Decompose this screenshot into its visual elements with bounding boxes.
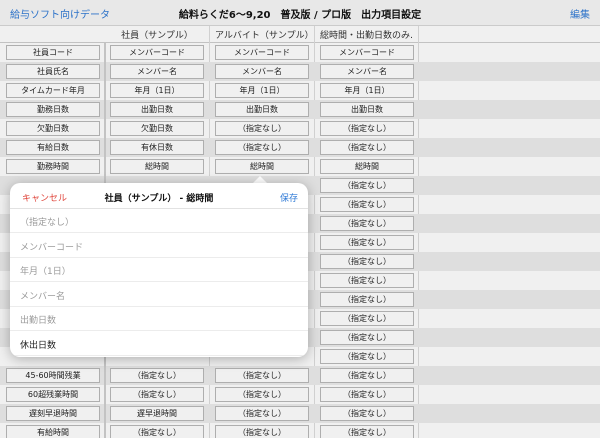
save-button[interactable]: 保存 bbox=[280, 191, 298, 204]
field-picker-popover: キャンセル 社員（サンプル） - 総時間 保存 （指定なし） メンバーコード 年月（… bbox=[10, 183, 308, 357]
option-item[interactable]: メンバー名 bbox=[10, 283, 308, 307]
popover-title: 社員（サンプル） - 総時間 bbox=[104, 194, 214, 204]
popover-header: キャンセル 社員（サンプル） - 総時間 保存 bbox=[10, 183, 308, 209]
option-label: メンバー名 bbox=[20, 291, 66, 302]
option-item[interactable]: 年月（1日） bbox=[10, 258, 308, 282]
option-label: メンバーコード bbox=[20, 242, 84, 253]
option-label: 出勤日数 bbox=[20, 316, 57, 326]
option-label: 年月（1日） bbox=[20, 267, 71, 277]
option-item[interactable]: メンバーコード bbox=[10, 234, 308, 258]
option-item[interactable]: 休出日数 bbox=[10, 332, 308, 356]
app-window: 給与ソフト向けデータ 給料らくだ6～9,20 普及版 / プロ版 出力項目設定 … bbox=[0, 0, 600, 438]
option-item[interactable]: 出勤日数 bbox=[10, 307, 308, 331]
option-label: （指定なし） bbox=[20, 218, 75, 228]
option-label: 休出日数 bbox=[20, 340, 57, 351]
option-item[interactable]: （指定なし） bbox=[10, 209, 308, 233]
